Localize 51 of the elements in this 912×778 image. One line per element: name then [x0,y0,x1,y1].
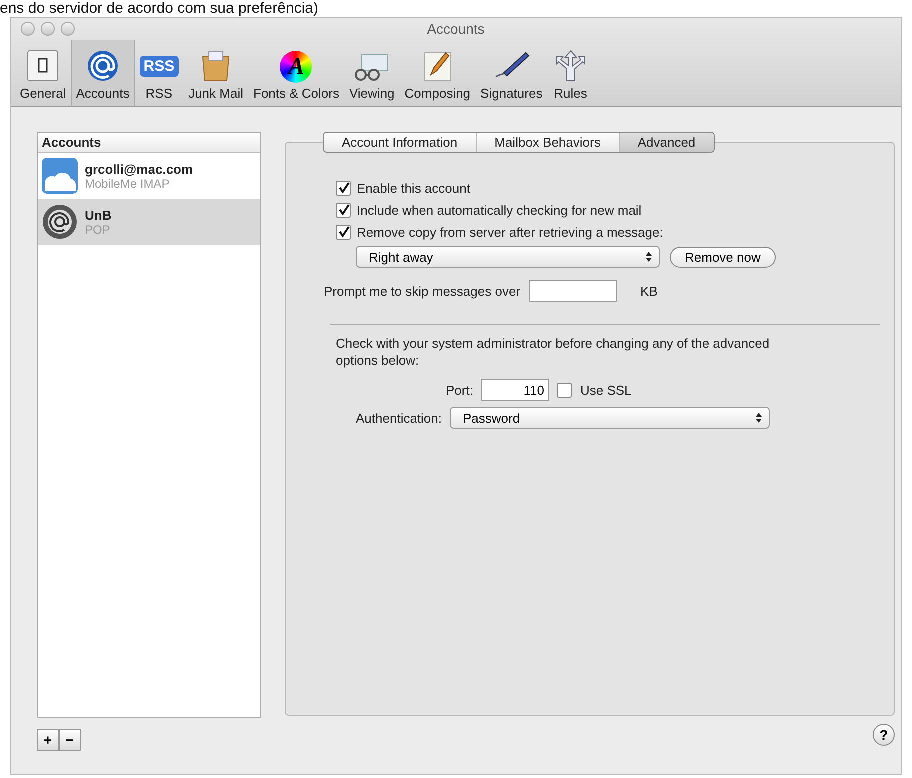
toolbar-button[interactable]: Rules [548,40,594,106]
list-button[interactable]: + [37,729,59,751]
remove-when-dropdown[interactable]: Right away [356,246,660,268]
checkbox-label: Use SSL [580,382,632,398]
toolbar-button[interactable]: Junk Mail [184,40,248,106]
stepper-arrows-icon [755,412,764,424]
at-sign-icon [41,203,79,241]
tab[interactable]: Advanced [620,133,714,152]
checkbox[interactable] [557,382,572,398]
account-name: UnB [85,208,112,222]
account-type: MobileMe IMAP [85,176,170,190]
port-label: Port: [446,382,474,398]
checkbox[interactable] [336,224,351,240]
window-control[interactable] [21,22,35,36]
rss-icon: RSS [140,56,179,77]
cloud-icon [41,157,79,195]
checkbox-label: Remove copy from server after retrieving a message: [357,224,664,240]
color-wheel-icon: A [280,51,312,83]
toolbar-button[interactable]: Signatures [476,40,548,106]
account-item[interactable]: UnB POP [38,199,260,245]
checkbox[interactable] [336,202,351,218]
authentication-label: Authentication: [356,410,442,426]
account-name: grcolli@mac.com [85,162,194,176]
authentication-dropdown[interactable]: Password [450,407,770,429]
switch-icon [26,49,60,83]
window-control[interactable] [61,22,75,36]
stepper-arrows-icon [645,251,653,263]
skip-prompt-label: Prompt me to skip messages over [324,284,521,298]
list-button[interactable]: − [59,729,81,751]
account-type: POP [85,222,112,236]
toolbar-button[interactable]: Accounts [71,40,135,106]
checkbox-label: Include when automatically checking for new mail [357,202,642,218]
size-limit-field[interactable] [528,280,617,302]
window-control[interactable] [41,22,55,36]
window-title: Accounts [427,21,485,37]
unit-label: KB [640,284,658,298]
admin-note: Check with your system administrator before changing any of the advanced options below: [336,335,771,369]
toolbar-button[interactable]: Viewing [344,40,400,106]
toolbar-button[interactable]: RSS RSS [134,40,184,106]
help-button[interactable]: ? [873,724,895,746]
account-item[interactable]: grcolli@mac.com MobileMe IMAP [38,153,260,199]
checkbox-label: Enable this account [357,180,470,196]
at-sign-icon [86,49,120,83]
caption-text: ens do servidor de acordo com sua preferência) [0,0,319,17]
port-field[interactable]: 110 [481,379,550,401]
toolbar-button[interactable]: Composing [400,40,476,106]
toolbar-button[interactable]: A Fonts & Colors [248,40,344,106]
list-header: Accounts [38,133,260,153]
toolbar-button[interactable]: General [15,40,72,106]
checkbox[interactable] [336,180,351,196]
remove-now-button[interactable]: Remove now [670,246,776,268]
